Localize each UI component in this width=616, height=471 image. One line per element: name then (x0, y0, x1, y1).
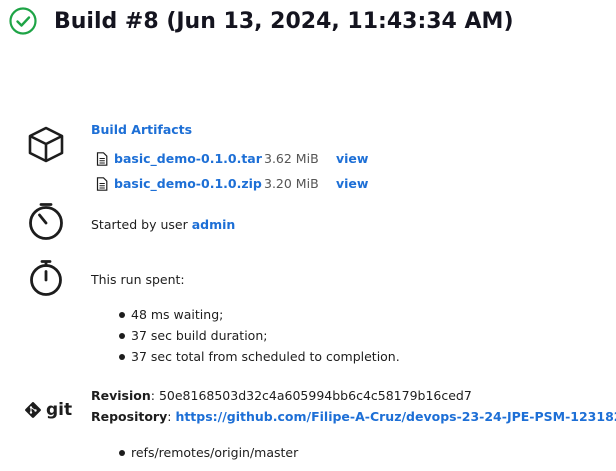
repository-row: Repository: https://github.com/Filipe-A-… (91, 406, 616, 427)
list-item: 37 sec total from scheduled to completio… (119, 346, 400, 367)
page-title: Build #8 (Jun 13, 2024, 11:43:34 AM) (54, 8, 514, 34)
build-header: Build #8 (Jun 13, 2024, 11:43:34 AM) (8, 6, 514, 36)
timing-heading: This run spent: (91, 272, 185, 287)
stopwatch-icon (30, 260, 62, 296)
list-item: 37 sec build duration; (119, 325, 400, 346)
artifact-size: 3.62 MiB (264, 150, 319, 166)
revision-label: Revision (91, 388, 151, 403)
timing-list: 48 ms waiting; 37 sec build duration; 37… (91, 304, 400, 367)
git-icon (25, 402, 41, 418)
file-icon (96, 176, 108, 191)
artifact-link[interactable]: basic_demo-0.1.0.zip (114, 176, 264, 192)
timer-icon (29, 203, 63, 240)
build-artifacts-link[interactable]: Build Artifacts (91, 122, 192, 137)
list-item: 48 ms waiting; (119, 304, 400, 325)
git-logo: git (24, 400, 72, 420)
file-icon (96, 151, 108, 166)
artifact-view-link[interactable]: view (336, 151, 368, 167)
artifact-row: basic_demo-0.1.0.zip 3.20 MiB view (91, 171, 368, 196)
list-item: refs/remotes/origin/master (118, 442, 616, 463)
repository-link[interactable]: https://github.com/Filipe-A-Cruz/devops-… (175, 409, 616, 424)
repository-label: Repository (91, 409, 168, 424)
artifact-view-link[interactable]: view (336, 176, 368, 192)
artifact-size: 3.20 MiB (264, 175, 319, 191)
refs-list: refs/remotes/origin/master (91, 442, 616, 463)
package-box-icon (28, 126, 64, 163)
success-check-icon (9, 7, 37, 35)
started-by-text: Started by user (91, 217, 188, 232)
artifact-row: basic_demo-0.1.0.tar 3.62 MiB view (91, 146, 368, 171)
revision-value: 50e8168503d32c4a605994bb6c4c58179b16ced7 (158, 388, 472, 403)
git-logo-text: git (46, 400, 73, 420)
user-link[interactable]: admin (192, 217, 236, 232)
revision-row: Revision: 50e8168503d32c4a605994bb6c4c58… (91, 388, 472, 403)
artifact-link[interactable]: basic_demo-0.1.0.tar (114, 151, 264, 167)
